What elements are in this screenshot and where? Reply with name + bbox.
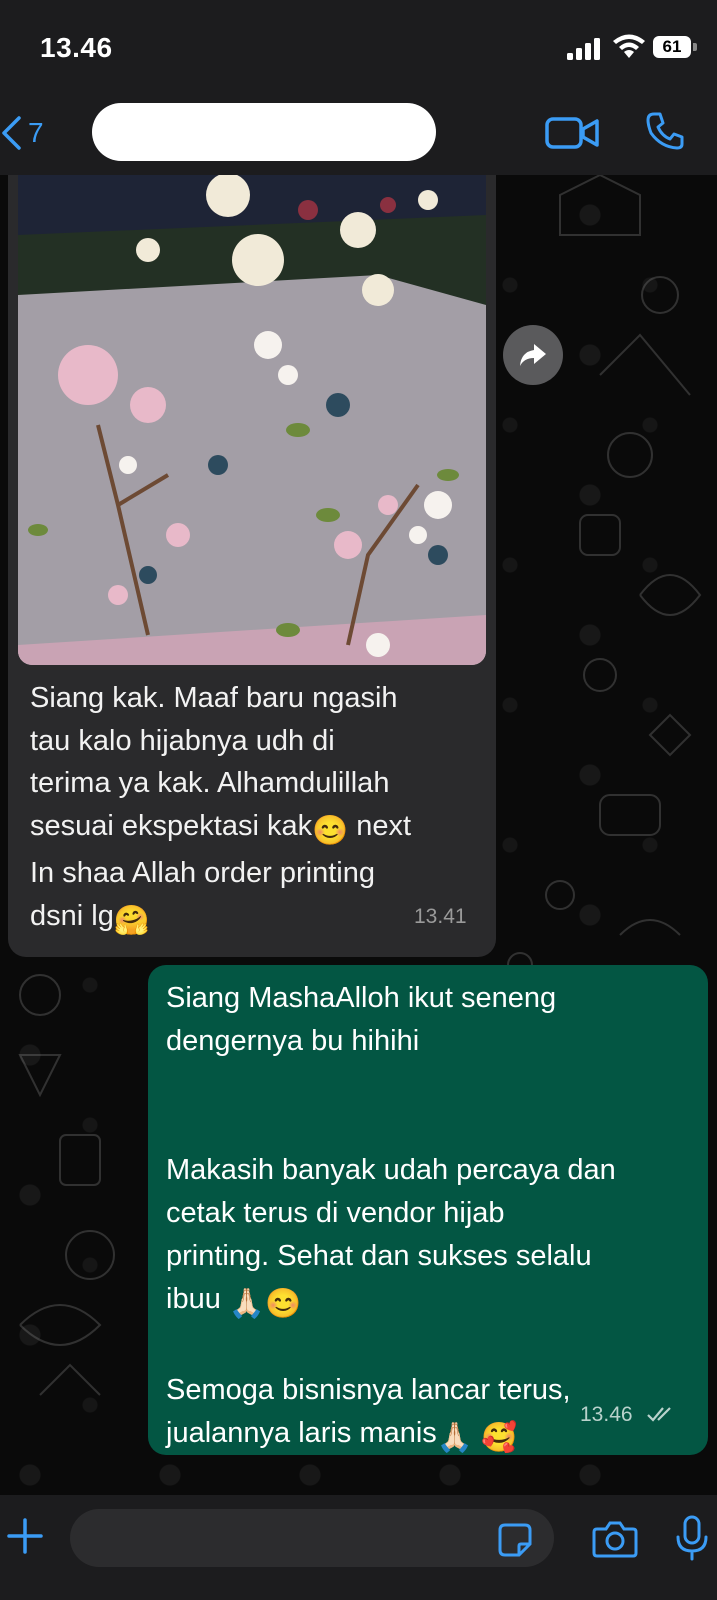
message-line: ibuu 🙏🏻😊 — [166, 1278, 696, 1326]
outgoing-message-text: Siang MashaAlloh ikut seneng dengernya b… — [166, 977, 696, 1460]
message-line: sesuai ekspektasi kak😊 next — [30, 805, 470, 853]
microphone-icon[interactable] — [675, 1515, 709, 1561]
battery-level: 61 — [653, 36, 691, 58]
message-line: cetak terus di vendor hijab — [166, 1197, 505, 1229]
message-line: Siang MashaAlloh ikut seneng — [166, 982, 557, 1014]
message-line-text: ibuu — [166, 1283, 221, 1315]
read-receipt-icon — [647, 1407, 671, 1422]
forward-button[interactable] — [503, 325, 563, 385]
folded-hands-emoji: 🙏🏻 — [228, 1288, 265, 1320]
sticker-icon[interactable] — [497, 1522, 533, 1558]
video-call-icon[interactable] — [545, 115, 601, 151]
message-timestamp: 13.41 — [414, 905, 467, 928]
battery-tip — [693, 43, 697, 51]
outgoing-message-bubble[interactable]: Siang MashaAlloh ikut seneng dengernya b… — [148, 965, 708, 1455]
message-line: Siang kak. Maaf baru ngasih — [30, 682, 398, 714]
wifi-icon — [613, 34, 645, 58]
hugging-emoji: 🤗 — [113, 904, 150, 937]
message-line-text: sesuai ekspektasi kak — [30, 809, 313, 842]
contact-name[interactable] — [92, 103, 436, 161]
message-line-text: next — [356, 809, 412, 842]
smiling-emoji: 😊 — [265, 1288, 302, 1320]
message-input-bar — [0, 1495, 717, 1600]
message-line: terima ya kak. Alhamdulillah — [30, 767, 390, 799]
message-line-text: dsni lg — [30, 899, 114, 932]
folded-hands-emoji: 🙏🏻 — [436, 1422, 473, 1454]
chevron-left-icon — [2, 116, 21, 150]
message-timestamp: 13.46 — [580, 1403, 633, 1426]
chat-area[interactable]: Siang kak. Maaf baru ngasih tau kalo hij… — [0, 175, 717, 1495]
chat-header: 7 — [0, 95, 717, 175]
message-line: printing. Sehat dan sukses selalu — [166, 1240, 592, 1272]
plus-icon[interactable] — [6, 1517, 44, 1555]
incoming-message-text: Siang kak. Maaf baru ngasih tau kalo hij… — [30, 677, 470, 942]
message-line: dsni lg🤗 — [30, 895, 470, 943]
message-line: Makasih banyak udah percaya dan — [166, 1154, 616, 1186]
cellular-signal-icon — [567, 38, 600, 60]
battery-indicator: 61 — [653, 36, 699, 60]
message-line: tau kalo hijabnya udh di — [30, 724, 335, 757]
status-time: 13.46 — [40, 32, 113, 63]
message-photo[interactable] — [18, 175, 486, 665]
forward-arrow-icon — [520, 344, 546, 366]
camera-icon[interactable] — [592, 1519, 638, 1559]
incoming-message-bubble[interactable]: Siang kak. Maaf baru ngasih tau kalo hij… — [8, 175, 496, 957]
back-button[interactable]: 7 — [0, 113, 44, 153]
message-line: dengernya bu hihihi — [166, 1025, 420, 1057]
floral-fabric-image — [18, 175, 486, 665]
unread-count: 7 — [28, 117, 44, 148]
smiling-hearts-emoji: 🥰 — [480, 1422, 518, 1454]
smiling-emoji: 😊 — [312, 814, 349, 847]
message-line-text: jualannya laris manis — [166, 1417, 437, 1449]
phone-icon[interactable] — [645, 111, 685, 151]
message-input[interactable] — [70, 1509, 554, 1567]
message-line: In shaa Allah order printing — [30, 857, 375, 889]
status-bar: 13.46 61 — [0, 0, 717, 95]
